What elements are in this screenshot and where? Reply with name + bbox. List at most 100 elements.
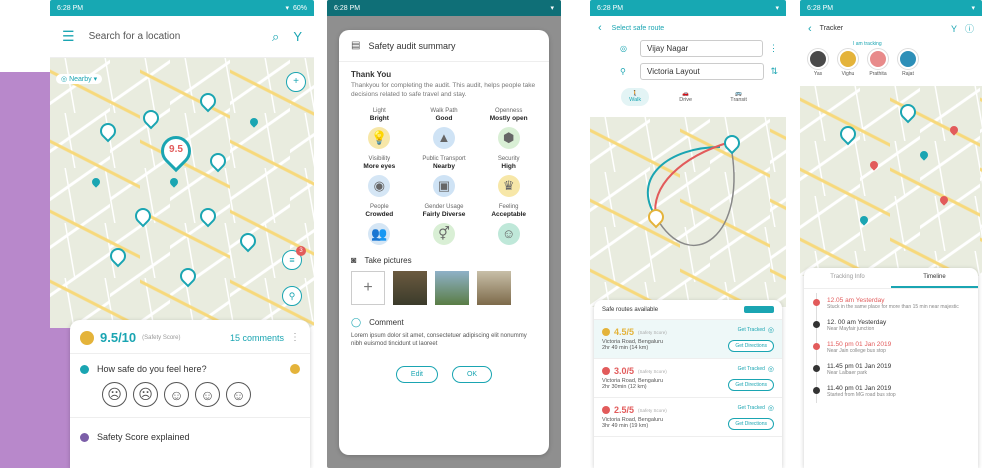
tab-transit-label: Transit <box>730 97 747 103</box>
back-icon[interactable]: ‹ <box>598 22 602 34</box>
menu-icon[interactable]: ☰ <box>62 28 75 45</box>
audit-item-value: Fairly Diverse <box>422 211 466 218</box>
swap-icon[interactable]: ⇅ <box>770 66 778 77</box>
nearby-filter[interactable]: ◎ Nearby ▾ <box>56 74 103 84</box>
map-dot[interactable] <box>948 124 960 136</box>
tracked-person[interactable]: Vighu <box>838 49 858 77</box>
tracked-person[interactable]: Yas <box>808 49 828 77</box>
route-icon[interactable]: Y <box>293 29 302 44</box>
tracked-person[interactable]: Prathita <box>868 49 888 77</box>
timeline-list: 12.05 am Yesterday Stuck in the same pla… <box>804 289 978 407</box>
map-pin[interactable] <box>196 204 220 228</box>
timeline-entry[interactable]: 11.40 pm 01 Jan 2019 Started from MG roa… <box>813 381 970 403</box>
map-dot[interactable] <box>168 176 180 188</box>
tab-walk[interactable]: 🚶 Walk <box>621 88 650 106</box>
map-pin[interactable] <box>139 106 163 130</box>
avatar <box>838 49 858 69</box>
routes-tag <box>744 306 774 313</box>
face-unsafe[interactable]: ☹ <box>133 382 158 407</box>
tab-tracking-info[interactable]: Tracking Info <box>804 268 891 288</box>
bulb-icon: 💡 <box>368 127 391 149</box>
avatar <box>898 49 918 69</box>
comment-text[interactable]: Lorem ipsum dolor sit amet, consectetuer… <box>339 330 549 350</box>
tab-timeline[interactable]: Timeline <box>891 268 978 288</box>
map-dot[interactable] <box>938 194 950 206</box>
map[interactable]: ◎ Nearby ▾ + 9.5 ≡ 3 ⚲ <box>50 58 314 328</box>
route-header: ‹ Select safe route <box>590 16 786 40</box>
timeline-time: 11.45 pm 01 Jan 2019 <box>827 363 892 370</box>
location-icon: ◎ <box>61 76 70 83</box>
status-time: 6:28 PM <box>334 4 361 12</box>
audit-dialog: ▤ Safety audit summary Thank You Thankyo… <box>339 30 549 455</box>
get-directions-button[interactable]: Get Directions <box>728 340 774 352</box>
map-pin[interactable] <box>196 89 220 113</box>
route-option[interactable]: 3.0/5 (Safety Score) Victoria Road, Beng… <box>594 359 782 398</box>
tab-transit[interactable]: 🚌 Transit <box>722 88 755 106</box>
map-pin[interactable] <box>836 122 860 146</box>
timeline-dot <box>813 299 820 306</box>
ok-button[interactable]: OK <box>451 366 493 383</box>
person-name: Prathita <box>869 71 887 77</box>
timeline-time: 12.05 am Yesterday <box>827 297 885 304</box>
pin-icon <box>290 364 300 374</box>
safety-explained-link[interactable]: Safety Score explained <box>97 432 190 442</box>
get-tracked-link[interactable]: Get Tracked <box>738 405 765 411</box>
map-pin[interactable] <box>106 244 130 268</box>
screen-select-route: 6:28 PM ▾ ‹ Select safe route ◎ Vijay Na… <box>590 0 786 468</box>
screen-tracker: 6:28 PM ▾ ‹ Tracker Y ⓘ I am tracking Ya… <box>800 0 982 468</box>
route-option[interactable]: 2.5/5 (Safety Score) Victoria Road, Beng… <box>594 398 782 437</box>
map-pin[interactable] <box>176 264 200 288</box>
audit-item-label: Security <box>497 156 520 162</box>
map-pin[interactable] <box>96 119 120 143</box>
face-safe[interactable]: ☺ <box>195 382 220 407</box>
map-dot[interactable] <box>90 176 102 188</box>
info-icon[interactable]: ⓘ <box>965 22 974 35</box>
feeling-faces: ☹ ☹ ☺ ☺ ☺ <box>70 378 310 407</box>
search-input[interactable]: Search for a location <box>89 31 258 42</box>
edit-button[interactable]: Edit <box>395 366 438 383</box>
explained-row[interactable]: Safety Score explained <box>70 417 310 442</box>
map-dot[interactable] <box>248 116 260 128</box>
route-map[interactable] <box>590 117 786 307</box>
timeline-entry[interactable]: 12. 00 am Yesterday Near Mayfair junctio… <box>813 315 970 337</box>
map-dot[interactable] <box>868 159 880 171</box>
search-icon[interactable]: ⌕ <box>272 29 279 45</box>
destination-input[interactable]: Victoria Layout <box>640 63 765 80</box>
map-pin[interactable] <box>131 204 155 228</box>
get-directions-button[interactable]: Get Directions <box>728 418 774 430</box>
photo-thumbnail[interactable] <box>393 271 427 305</box>
info-dot-icon <box>80 432 89 442</box>
audit-item-value: High <box>501 163 516 170</box>
photo-thumbnail[interactable] <box>477 271 511 305</box>
add-place-icon[interactable]: + <box>286 72 306 92</box>
photo-thumbnail[interactable] <box>435 271 469 305</box>
face-very-safe[interactable]: ☺ <box>226 382 251 407</box>
timeline-entry[interactable]: 12.05 am Yesterday Stuck in the same pla… <box>813 293 970 315</box>
face-neutral[interactable]: ☺ <box>164 382 189 407</box>
comments-link[interactable]: 15 comments <box>230 333 284 343</box>
feel-question: How safe do you feel here? <box>97 364 207 374</box>
add-photo-button[interactable]: + <box>351 271 385 305</box>
route-icon[interactable]: Y <box>951 24 957 34</box>
origin-input[interactable]: Vijay Nagar <box>640 40 763 57</box>
tracker-map[interactable] <box>800 86 982 276</box>
walk-icon[interactable]: ⚲ <box>282 286 302 306</box>
map-dot[interactable] <box>858 214 870 226</box>
tracking-icon: ◎ <box>767 405 774 412</box>
tab-drive[interactable]: 🚗 Drive <box>671 88 700 106</box>
more-icon[interactable]: ⋮ <box>290 332 300 343</box>
back-icon[interactable]: ‹ <box>808 23 812 35</box>
get-directions-button[interactable]: Get Directions <box>728 379 774 391</box>
map-pin[interactable] <box>206 149 230 173</box>
map-dot[interactable] <box>918 149 930 161</box>
route-option[interactable]: 4.5/5 (Safety Score) Victoria Road, Beng… <box>594 320 782 359</box>
get-tracked-link[interactable]: Get Tracked <box>738 327 765 333</box>
tracked-person[interactable]: Rajat <box>898 49 918 77</box>
timeline-entry[interactable]: 11.50 pm 01 Jan 2019 Near Jain college b… <box>813 337 970 359</box>
timeline-entry[interactable]: 11.45 pm 01 Jan 2019 Near Lalbaer park <box>813 359 970 381</box>
map-pin[interactable] <box>236 229 260 253</box>
face-very-unsafe[interactable]: ☹ <box>102 382 127 407</box>
map-pin[interactable] <box>896 100 920 124</box>
get-tracked-link[interactable]: Get Tracked <box>738 366 765 372</box>
more-icon[interactable]: ⋮ <box>769 43 778 54</box>
